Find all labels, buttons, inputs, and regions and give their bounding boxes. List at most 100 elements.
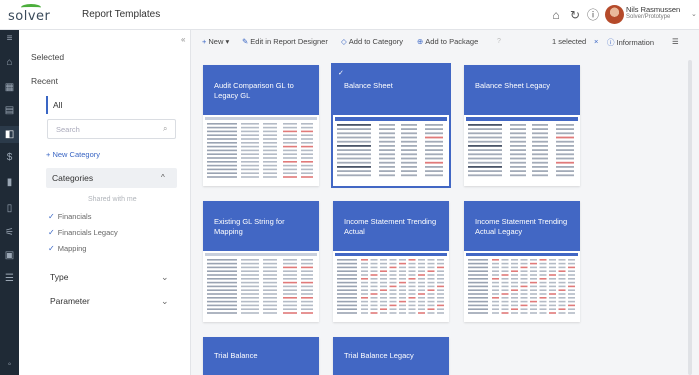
clear-selection-icon[interactable]: × bbox=[594, 37, 598, 46]
more-options-icon[interactable]: ☰ bbox=[672, 37, 679, 46]
card-title: Income Statement Trending Actual bbox=[344, 217, 437, 236]
new-category-link[interactable]: + New Category bbox=[46, 150, 100, 159]
add-to-package-button[interactable]: ⊕ Add to Package bbox=[417, 37, 478, 46]
avatar[interactable] bbox=[605, 5, 624, 24]
card-title: Balance Sheet bbox=[344, 81, 393, 90]
report-thumbnail bbox=[466, 251, 578, 317]
report-thumbnail bbox=[466, 115, 578, 181]
selected-count: 1 selected bbox=[552, 37, 587, 46]
category-item-financials-legacy[interactable]: ✓ Financials Legacy bbox=[48, 228, 118, 237]
chevron-down-icon[interactable]: ⌄ bbox=[691, 10, 697, 18]
card-header[interactable]: Trial Balance bbox=[203, 337, 319, 375]
pencil-icon: ✎ bbox=[242, 37, 249, 46]
category-item-financials[interactable]: ✓ Financials bbox=[48, 212, 91, 221]
chevron-down-icon[interactable]: ⌄ bbox=[161, 272, 169, 283]
template-card[interactable]: Audit Comparison GL to Legacy GL bbox=[203, 65, 319, 186]
checkmark-icon: ✓ bbox=[48, 212, 55, 221]
add-package-label: Add to Package bbox=[425, 37, 479, 46]
information-label: Information bbox=[616, 38, 655, 47]
template-card[interactable]: Income Statement Trending Actual bbox=[333, 201, 449, 322]
checkmark-icon[interactable]: ✓ bbox=[338, 69, 344, 77]
home-icon[interactable]: ⌂ bbox=[549, 8, 563, 22]
page-title: Report Templates bbox=[82, 9, 161, 20]
report-icon[interactable]: ▣ bbox=[3, 249, 16, 262]
category-item-mapping[interactable]: ✓ Mapping bbox=[48, 244, 86, 253]
home-icon[interactable]: ⌂ bbox=[3, 56, 16, 69]
sliders-icon[interactable]: ⚟ bbox=[3, 226, 16, 239]
chevron-down-icon[interactable]: ⌄ bbox=[161, 296, 169, 307]
filter-recent[interactable]: Recent bbox=[31, 76, 58, 86]
card-header[interactable]: Trial Balance Legacy bbox=[333, 337, 449, 375]
card-title: Trial Balance bbox=[214, 351, 258, 360]
grid-icon[interactable]: ▦ bbox=[3, 81, 16, 94]
filter-all[interactable]: All bbox=[46, 96, 174, 114]
template-card[interactable]: Trial Balance Legacy bbox=[333, 337, 449, 375]
card-title: Existing GL String for Mapping bbox=[214, 217, 285, 236]
package-icon: ⊕ bbox=[417, 37, 424, 46]
filter-selected[interactable]: Selected bbox=[31, 52, 64, 62]
template-card[interactable]: Trial Balance bbox=[203, 337, 319, 375]
shared-with-me-label: Shared with me bbox=[88, 196, 137, 203]
refresh-icon[interactable]: ↻ bbox=[568, 8, 582, 22]
category-item-label: Financials bbox=[57, 212, 92, 221]
toolbar-help-icon[interactable]: ? bbox=[497, 38, 501, 45]
template-card[interactable]: Balance Sheet Legacy bbox=[464, 65, 580, 186]
building-icon[interactable]: ▮ bbox=[3, 176, 16, 189]
dollar-icon[interactable]: $ bbox=[3, 151, 16, 164]
categories-header[interactable]: Categories ^ bbox=[46, 168, 177, 188]
settings-icon[interactable]: ◦ bbox=[3, 358, 16, 371]
search-icon[interactable]: ⌕ bbox=[163, 124, 167, 134]
top-bar: solver Report Templates ⌂ ↻ ⓘ Nils Rasmu… bbox=[0, 0, 699, 30]
info-icon: ⓘ bbox=[607, 38, 615, 47]
scrollbar[interactable] bbox=[688, 60, 692, 375]
new-button[interactable]: + New ▾ bbox=[202, 37, 229, 46]
toolbar: + New ▾ ✎ Edit in Report Designer ◇ Add to … bbox=[192, 30, 699, 52]
card-header[interactable]: Existing GL String for Mapping bbox=[203, 201, 319, 251]
card-header[interactable]: ✓ Balance Sheet bbox=[333, 65, 449, 115]
menu-icon[interactable]: ≡ bbox=[3, 32, 16, 45]
nav-rail: ≡ ⌂ ▦ ▤ ◧ $ ▮ ▯ ⚟ ▣ ☰ ◦ bbox=[0, 30, 19, 375]
user-org: Solver/Prototype bbox=[626, 14, 671, 20]
card-title: Income Statement Trending Actual Legacy bbox=[475, 217, 568, 236]
search-input[interactable] bbox=[47, 119, 176, 139]
edit-in-designer-button[interactable]: ✎ Edit in Report Designer bbox=[242, 37, 328, 46]
report-thumbnail bbox=[335, 251, 447, 317]
chart-icon[interactable]: ◧ bbox=[3, 128, 16, 141]
report-thumbnail bbox=[205, 251, 317, 317]
plus-icon: + bbox=[202, 37, 207, 46]
template-card[interactable]: ✓ Balance Sheet bbox=[331, 63, 451, 188]
card-title: Audit Comparison GL to Legacy GL bbox=[214, 81, 294, 100]
edit-button-label: Edit in Report Designer bbox=[250, 37, 328, 46]
report-thumbnail bbox=[205, 115, 317, 181]
template-card[interactable]: Income Statement Trending Actual Legacy bbox=[464, 201, 580, 322]
list-icon[interactable]: ☰ bbox=[3, 272, 16, 285]
collapse-panel-icon[interactable]: « bbox=[181, 35, 185, 44]
card-title: Trial Balance Legacy bbox=[344, 351, 414, 360]
user-name[interactable]: Nils Rasmussen bbox=[626, 5, 680, 14]
add-category-label: Add to Category bbox=[348, 37, 403, 46]
card-header[interactable]: Income Statement Trending Actual Legacy bbox=[464, 201, 580, 251]
help-icon[interactable]: ⓘ bbox=[586, 8, 600, 22]
card-title: Balance Sheet Legacy bbox=[475, 81, 551, 90]
categories-label: Categories bbox=[52, 173, 94, 183]
report-thumbnail bbox=[335, 115, 447, 181]
information-button[interactable]: ⓘ Information bbox=[607, 37, 654, 48]
type-filter-label[interactable]: Type bbox=[50, 272, 68, 282]
logo-text: solver bbox=[8, 9, 51, 24]
category-item-label: Mapping bbox=[57, 244, 87, 253]
new-button-label: New bbox=[208, 37, 224, 46]
chevron-up-icon[interactable]: ^ bbox=[161, 173, 165, 182]
card-header[interactable]: Balance Sheet Legacy bbox=[464, 65, 580, 115]
card-header[interactable]: Audit Comparison GL to Legacy GL bbox=[203, 65, 319, 115]
checkmark-icon: ✓ bbox=[48, 244, 55, 253]
table-icon[interactable]: ▤ bbox=[3, 104, 16, 117]
document-icon[interactable]: ▯ bbox=[3, 202, 16, 215]
checkmark-icon: ✓ bbox=[48, 228, 55, 237]
card-header[interactable]: Income Statement Trending Actual bbox=[333, 201, 449, 251]
add-to-category-button[interactable]: ◇ Add to Category bbox=[341, 37, 403, 46]
parameter-filter-label[interactable]: Parameter bbox=[50, 296, 90, 306]
tag-icon: ◇ bbox=[341, 37, 347, 46]
category-item-label: Financials Legacy bbox=[57, 228, 118, 237]
solver-logo[interactable]: solver bbox=[8, 4, 54, 25]
template-card[interactable]: Existing GL String for Mapping bbox=[203, 201, 319, 322]
